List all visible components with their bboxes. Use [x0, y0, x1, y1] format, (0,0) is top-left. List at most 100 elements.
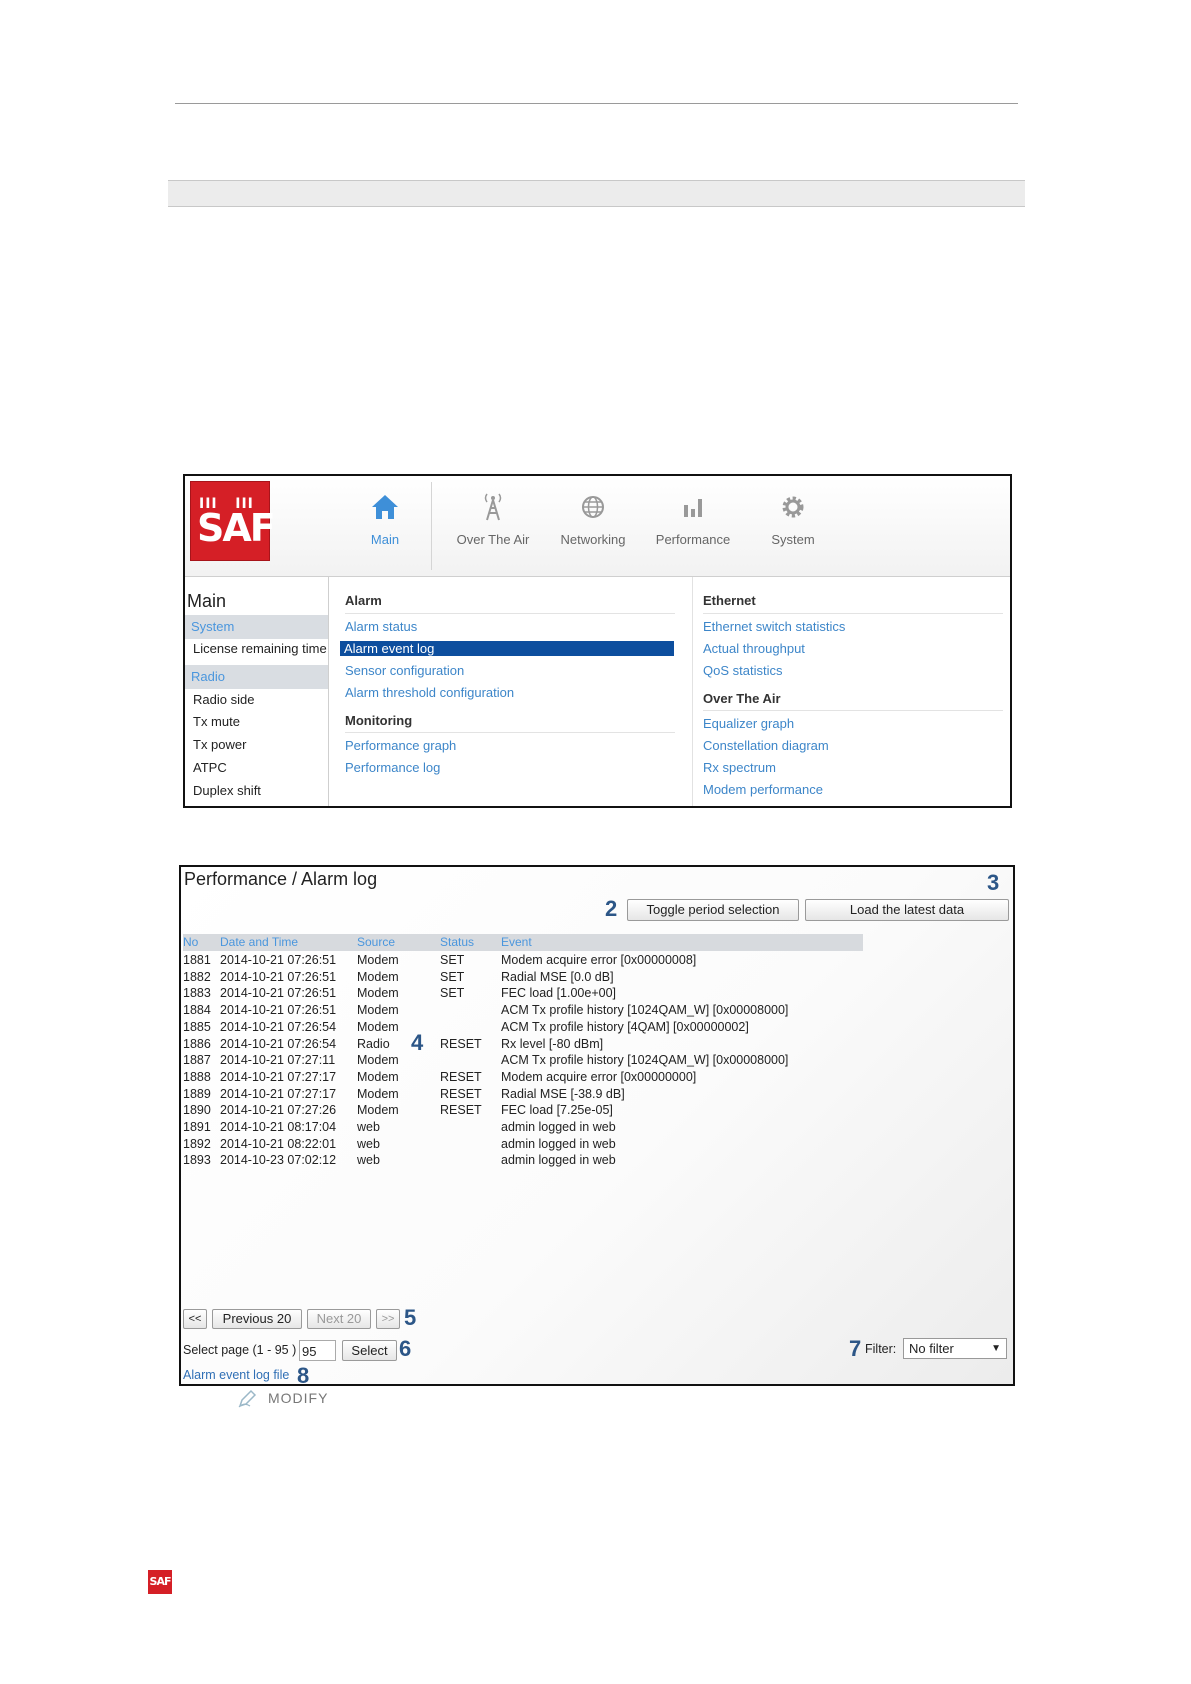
antenna-tower-icon: [484, 493, 502, 521]
cell-source: Modem: [357, 986, 399, 1001]
nav-networking[interactable]: Networking: [543, 476, 643, 576]
first-page-button[interactable]: <<: [183, 1309, 207, 1329]
monitoring-heading: Monitoring: [345, 713, 413, 728]
col-source: Source: [357, 935, 396, 949]
sidebar-item-license-remaining-time[interactable]: License remaining time: [193, 641, 327, 656]
cell-no: 1882: [183, 969, 211, 984]
nav-system-label: System: [771, 532, 815, 547]
home-icon: [372, 495, 398, 519]
over-the-air-divider: [703, 710, 1003, 711]
cell-no: 1889: [183, 1086, 211, 1101]
cell-event: Radial MSE [-38.9 dB]: [501, 1086, 625, 1101]
col-no: No: [183, 935, 199, 949]
load-latest-data-button[interactable]: Load the latest data: [805, 899, 1009, 921]
alarm-log-screenshot: Performance / Alarm log 3 2 Toggle perio…: [179, 865, 1015, 1386]
over-the-air-heading: Over The Air: [703, 691, 781, 706]
cell-event: Radial MSE [0.0 dB]: [501, 969, 614, 984]
select-page-button[interactable]: Select: [342, 1340, 397, 1361]
table-header: No Date and Time Source Status Event: [183, 934, 863, 951]
previous-20-button[interactable]: Previous 20: [212, 1309, 302, 1329]
cell-no: 1888: [183, 1069, 211, 1084]
left-sidebar: Main System License remaining time Radio…: [185, 577, 328, 806]
logo-text: SAF: [197, 506, 276, 550]
link-equalizer-graph[interactable]: Equalizer graph: [703, 716, 794, 731]
alarm-event-log-file-link[interactable]: Alarm event log file: [183, 1368, 289, 1382]
link-ethernet-switch-statistics[interactable]: Ethernet switch statistics: [703, 619, 845, 634]
nav-system[interactable]: System: [743, 476, 843, 576]
callout-4: 4: [411, 1030, 424, 1055]
cell-status: RESET: [440, 1103, 482, 1118]
link-alarm-threshold-configuration[interactable]: Alarm threshold configuration: [345, 685, 514, 700]
last-page-button[interactable]: >>: [376, 1309, 400, 1329]
nav-main[interactable]: Main: [335, 476, 435, 576]
cell-event: ACM Tx profile history [1024QAM_W] [0x00…: [501, 1003, 789, 1018]
table-row: 1891 2014-10-21 08:17:04 web admin logged i…: [183, 1119, 883, 1136]
saf-logo[interactable]: III III SAF: [190, 481, 276, 561]
column-divider: [692, 577, 693, 806]
nav-main-label: Main: [370, 532, 400, 547]
cell-status: SET: [440, 953, 465, 967]
cell-date-time: 2014-10-21 07:26:51: [220, 969, 337, 984]
col-event: Event: [501, 935, 532, 949]
link-alarm-status[interactable]: Alarm status: [345, 619, 417, 634]
callout-2: 2: [605, 896, 618, 921]
next-20-button[interactable]: Next 20: [307, 1309, 371, 1329]
toggle-period-button[interactable]: Toggle period selection: [627, 899, 799, 921]
cell-no: 1891: [183, 1120, 211, 1134]
nav-over-the-air[interactable]: Over The Air: [443, 476, 543, 576]
page-number-input[interactable]: 95: [299, 1340, 336, 1361]
cell-event: admin logged in web: [501, 1153, 616, 1168]
sidebar-section-system[interactable]: System: [185, 615, 328, 639]
table-row: 1882 2014-10-21 07:26:51 Modem SET Radial MS…: [183, 969, 883, 986]
link-rx-spectrum[interactable]: Rx spectrum: [703, 760, 776, 775]
menu-content: Alarm Alarm status Alarm event log Senso…: [328, 577, 1010, 806]
cell-date-time: 2014-10-21 07:26:54: [220, 1036, 337, 1051]
cell-no: 1893: [183, 1153, 211, 1168]
cell-no: 1881: [183, 953, 211, 967]
link-constellation-diagram[interactable]: Constellation diagram: [703, 738, 829, 753]
cell-date-time: 2014-10-21 07:26:51: [220, 986, 337, 1001]
link-actual-throughput[interactable]: Actual throughput: [703, 641, 805, 656]
cell-no: 1887: [183, 1053, 211, 1068]
nav-performance[interactable]: Performance: [643, 476, 743, 576]
link-modem-performance[interactable]: Modem performance: [703, 782, 823, 797]
table-row: 1888 2014-10-21 07:27:17 Modem RESET Modem a…: [183, 1069, 883, 1086]
link-performance-log[interactable]: Performance log: [345, 760, 440, 775]
table-row: 1887 2014-10-21 07:27:11 Modem ACM Tx profi…: [183, 1052, 883, 1069]
sidebar-item-tx-mute[interactable]: Tx mute: [193, 714, 240, 729]
link-qos-statistics[interactable]: QoS statistics: [703, 663, 782, 678]
cell-date-time: 2014-10-23 07:02:12: [220, 1153, 337, 1168]
globe-icon: [582, 496, 604, 518]
table-row: 1883 2014-10-21 07:26:51 Modem SET FEC load …: [183, 985, 883, 1002]
header-rule: [175, 103, 1018, 104]
cell-status: SET: [440, 969, 465, 984]
bar-chart-icon: [684, 499, 702, 517]
modify-pencil-icon: [238, 1389, 257, 1408]
link-alarm-event-log[interactable]: Alarm event log: [340, 641, 674, 656]
cell-date-time: 2014-10-21 07:27:26: [220, 1103, 337, 1118]
alarm-divider: [345, 613, 675, 614]
sidebar-item-radio-side[interactable]: Radio side: [193, 692, 254, 707]
cell-source: Modem: [357, 969, 399, 984]
link-performance-graph[interactable]: Performance graph: [345, 738, 456, 753]
monitoring-divider: [345, 732, 675, 733]
table-row: 1884 2014-10-21 07:26:51 Modem ACM Tx profi…: [183, 1002, 883, 1019]
sidebar-item-duplex-shift[interactable]: Duplex shift: [193, 783, 261, 798]
table-row: 1881 2014-10-21 07:26:51 Modem SET Modem acq…: [183, 952, 883, 969]
modify-label: MODIFY: [268, 1390, 329, 1406]
ethernet-divider: [703, 613, 1003, 614]
callout-5: 5: [404, 1305, 417, 1330]
sidebar-section-radio[interactable]: Radio: [185, 665, 328, 689]
col-status: Status: [440, 935, 475, 949]
link-sensor-configuration[interactable]: Sensor configuration: [345, 663, 464, 678]
sidebar-item-tx-power[interactable]: Tx power: [193, 737, 246, 752]
nav-performance-label: Performance: [655, 532, 731, 547]
nav-over-the-air-label: Over The Air: [456, 532, 530, 547]
sidebar-item-atpc[interactable]: ATPC: [193, 760, 227, 775]
cell-event: FEC load [7.25e-05]: [501, 1103, 613, 1118]
table-row: 1885 2014-10-21 07:26:54 Modem ACM Tx profi…: [183, 1019, 883, 1036]
page-title: Performance / Alarm log: [184, 869, 378, 889]
cell-source: web: [357, 1120, 380, 1134]
nav-divider: [431, 482, 432, 570]
filter-dropdown[interactable]: No filter ▼: [903, 1338, 1007, 1359]
